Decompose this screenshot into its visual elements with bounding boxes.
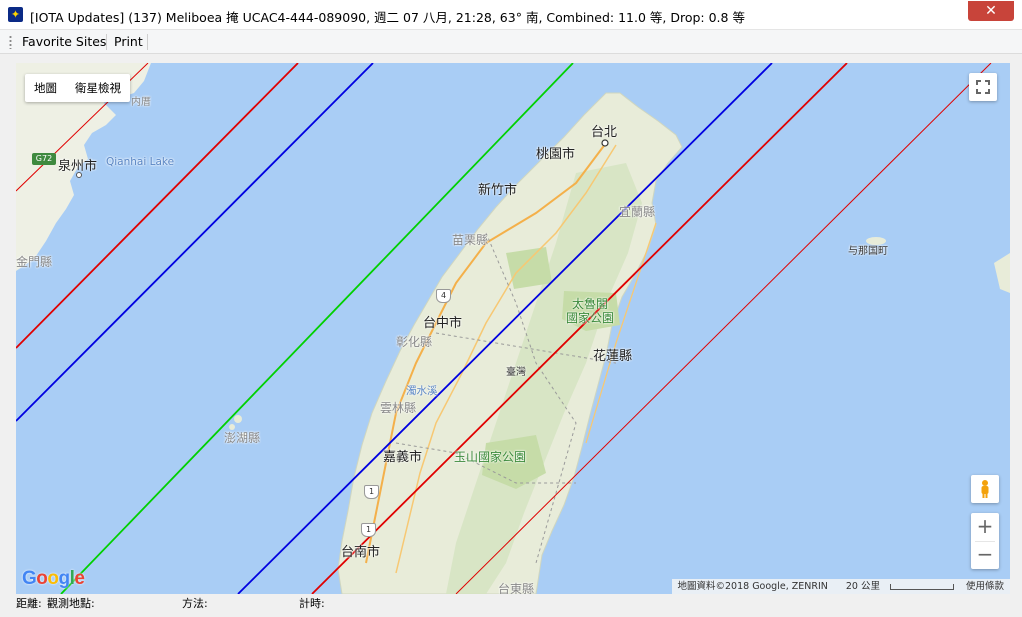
- label-hsinchu: 新竹市: [478, 183, 518, 198]
- highway-shield-1: 1: [364, 485, 379, 499]
- map-scale[interactable]: 20 公里: [834, 579, 960, 594]
- zoom-out-button[interactable]: −: [971, 541, 999, 569]
- menu-print[interactable]: Print: [114, 34, 143, 49]
- terms-link[interactable]: 使用條款: [960, 579, 1010, 594]
- label-yushan-park: 玉山國家公園: [454, 450, 527, 464]
- street-view-pegman-button[interactable]: [971, 475, 999, 503]
- highway-shield-4: 4: [436, 289, 451, 303]
- label-taichung: 台中市: [423, 316, 463, 331]
- title-bar: ✦ [IOTA Updates] (137) Meliboea 掩 UCAC4-…: [0, 0, 1022, 30]
- scale-bar: [889, 583, 954, 590]
- label-neitu: 内厝: [131, 97, 151, 108]
- label-yunlin: 雲林縣: [380, 401, 417, 415]
- menu-favorite-sites[interactable]: Favorite Sites: [22, 34, 106, 49]
- pegman-icon: [981, 480, 989, 498]
- status-distance: 距離:: [16, 597, 42, 610]
- ryukyu-island: [994, 253, 1010, 293]
- map-scale-label: 20 公里: [845, 581, 880, 592]
- label-penghu: 澎湖縣: [224, 431, 261, 445]
- map-type-control: 地圖 衛星檢視: [25, 74, 130, 102]
- highway-shield-1: 1: [361, 523, 376, 537]
- zoom-control: + −: [971, 513, 999, 569]
- map-view[interactable]: 台北 桃園市 新竹市 宜蘭縣 苗栗縣 台中市 彰化縣 太魯閣 國家公園 花蓮縣 …: [16, 63, 1010, 594]
- label-qianhai-lake: Qianhai Lake: [106, 156, 175, 168]
- label-quanzhou: 泉州市: [58, 159, 98, 174]
- fullscreen-button[interactable]: [969, 73, 997, 101]
- map-type-roadmap[interactable]: 地圖: [25, 80, 66, 96]
- app-star-icon: ✦: [8, 7, 23, 22]
- penghu-island: [234, 415, 242, 423]
- map-data-credit[interactable]: 地圖資料©2018 Google, ZENRIN: [672, 579, 834, 594]
- label-changhua: 彰化縣: [396, 335, 433, 349]
- label-taitung: 台東縣: [498, 582, 535, 594]
- status-method: 方法:: [182, 597, 208, 610]
- label-tainan: 台南市: [341, 545, 381, 560]
- menu-bar: Favorite Sites Print: [0, 30, 1022, 54]
- label-jinmen: 金門縣: [16, 255, 53, 269]
- sheipa-area: [506, 247, 552, 289]
- status-observer: 觀測地點:: [47, 597, 95, 610]
- zoom-in-button[interactable]: +: [971, 513, 999, 541]
- label-taoyuan: 桃園市: [536, 147, 576, 162]
- label-yilan: 宜蘭縣: [619, 205, 656, 219]
- menu-separator: [106, 34, 107, 50]
- label-taipei: 台北: [591, 125, 618, 140]
- label-yonaguni: 与那国町: [848, 246, 888, 257]
- label-hualien: 花蓮縣: [593, 349, 633, 364]
- map-canvas[interactable]: [16, 63, 1010, 594]
- window-title: [IOTA Updates] (137) Meliboea 掩 UCAC4-44…: [30, 10, 745, 25]
- google-logo[interactable]: Google: [22, 568, 85, 590]
- toolbar-grip-icon[interactable]: [9, 35, 12, 49]
- label-zhuoshui: 濁水溪: [406, 385, 438, 397]
- close-button[interactable]: ✕: [968, 1, 1014, 21]
- label-taiwan: 臺灣: [506, 367, 526, 378]
- status-bar: 距離: 觀測地點: 方法: 計時:: [0, 594, 1022, 617]
- label-taroko-park: 太魯閣 國家公園: [566, 297, 615, 325]
- status-timing: 計時:: [299, 597, 325, 610]
- fullscreen-icon: [976, 80, 990, 94]
- label-miaoli: 苗栗縣: [452, 233, 489, 247]
- highway-shield-g72: G72: [32, 153, 56, 165]
- map-type-satellite[interactable]: 衛星檢視: [66, 80, 130, 96]
- taipei-marker: [601, 139, 609, 147]
- label-chiayi: 嘉義市: [383, 450, 423, 465]
- menu-separator: [147, 34, 148, 50]
- map-attribution: 地圖資料©2018 Google, ZENRIN 20 公里 使用條款: [671, 579, 1010, 594]
